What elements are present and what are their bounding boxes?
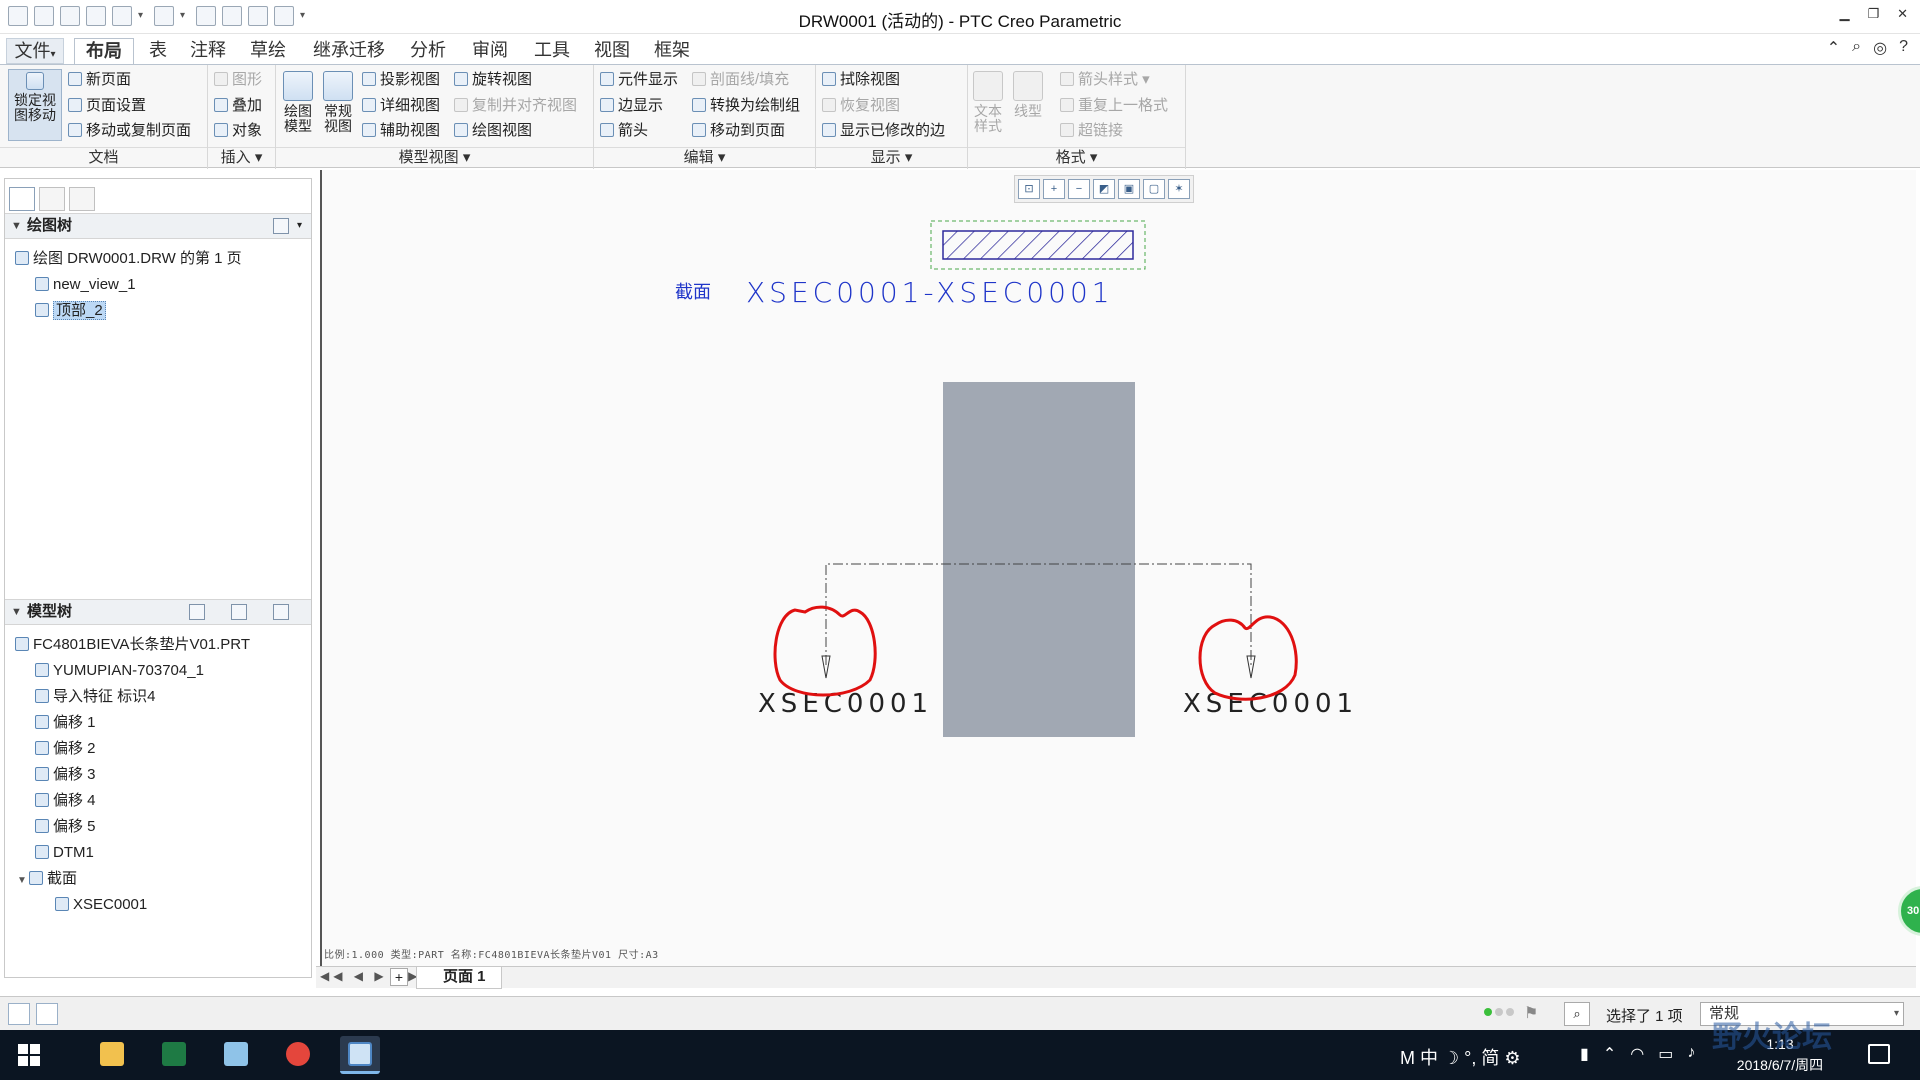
browser-toggle-icon[interactable] <box>36 1003 58 1025</box>
red-annotation-circle-right <box>1198 615 1298 701</box>
selection-count: 选择了 1 项 <box>1606 1008 1683 1025</box>
creo-window-icon <box>348 1042 372 1066</box>
action-center-icon[interactable] <box>1868 1044 1890 1064</box>
status-bar: ⚑ ⌕ 选择了 1 项 常规 ▾ <box>0 996 1920 1030</box>
page-tab[interactable]: 页面 1 <box>416 967 502 989</box>
clock-date: 2018/6/7/周四 <box>1736 1057 1824 1073</box>
regeneration-status-icon <box>1484 1008 1514 1016</box>
red-annotation-circle-left <box>773 605 877 697</box>
battery-saver-icon[interactable]: ▮ <box>1580 1044 1589 1064</box>
add-page-button[interactable]: + <box>390 968 408 986</box>
taskbar-excel[interactable] <box>154 1036 194 1074</box>
excel-icon <box>162 1042 186 1066</box>
volume-muted-icon[interactable]: ♪ <box>1687 1044 1695 1064</box>
system-tray-ime[interactable]: M 中 ☽ °, 简 ⚙ <box>1400 1044 1520 1070</box>
right-arrow-label: XSEC0001 <box>1183 689 1358 719</box>
chevron-down-icon: ▾ <box>1893 1008 1899 1019</box>
battery-icon[interactable]: ▭ <box>1658 1044 1673 1064</box>
status-left-icons <box>8 1003 58 1025</box>
windows-start-icon[interactable] <box>18 1044 40 1066</box>
taskbar-chrome[interactable] <box>278 1036 318 1074</box>
taskbar-creo-parametric[interactable] <box>340 1036 380 1074</box>
section-prefix-label: 截面 <box>675 282 711 303</box>
folder-icon <box>100 1042 124 1066</box>
creo-icon <box>224 1042 248 1066</box>
forum-watermark: 野火论坛 <box>1712 1020 1832 1055</box>
system-tray-icons: ▮ ⌃ ◠ ▭ ♪ <box>1580 1044 1695 1064</box>
wifi-icon[interactable]: ◠ <box>1630 1044 1644 1064</box>
show-hidden-icons-icon[interactable]: ⌃ <box>1603 1044 1616 1064</box>
chrome-icon <box>286 1042 310 1066</box>
part-view[interactable] <box>943 382 1135 737</box>
windows-taskbar: M 中 ☽ °, 简 ⚙ ▮ ⌃ ◠ ▭ ♪ 1:13 2018/6/7/周四 <box>0 1030 1920 1080</box>
flag-icon[interactable]: ⚑ <box>1524 1003 1538 1023</box>
drawing-graphics: 截面 XSEC0001-XSEC0001 XSEC0001 XSEC0001 <box>675 220 1358 737</box>
drawing-info-strip: 比例:1.000 类型:PART 名称:FC4801BIEVA长条垫片V01 尺… <box>324 950 659 961</box>
section-title-label: XSEC0001-XSEC0001 <box>746 276 1114 309</box>
taskbar-creo-launcher[interactable] <box>216 1036 256 1074</box>
taskbar-file-explorer[interactable] <box>92 1036 132 1074</box>
page-bar: ◀◀ ◀ ▶ ▶▶ + 页面 1 <box>316 966 1916 989</box>
section-hatch[interactable] <box>942 230 1134 260</box>
find-icon[interactable]: ⌕ <box>1564 1002 1590 1026</box>
navigator-toggle-icon[interactable] <box>8 1003 30 1025</box>
